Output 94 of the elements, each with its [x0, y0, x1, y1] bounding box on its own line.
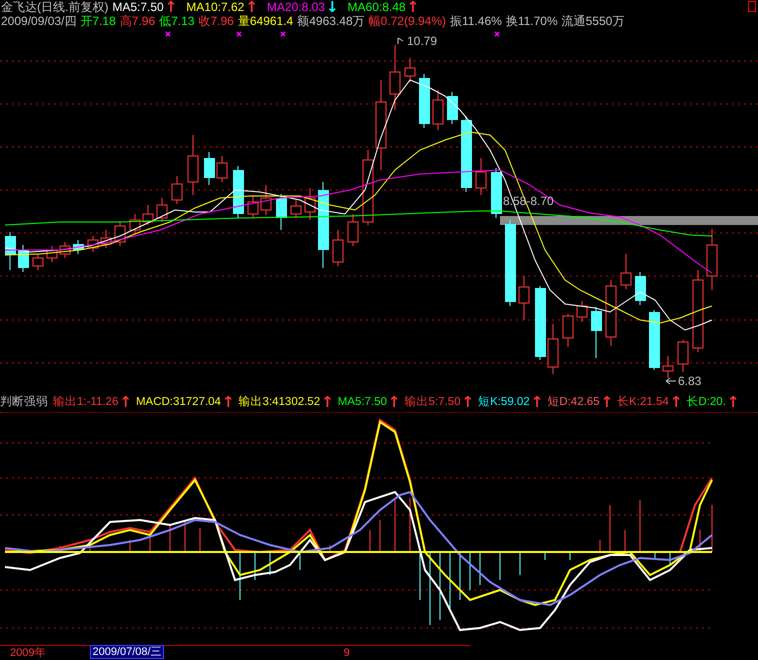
hollow-candle — [606, 280, 616, 346]
filled-candle — [419, 74, 430, 128]
date-axis-label: 2009年 — [10, 647, 46, 659]
moving-average-value: MA60:8.48 — [348, 0, 406, 14]
hollow-candle — [216, 156, 228, 182]
cross-marker-icon — [236, 31, 242, 37]
quote-value: 低7.13 — [159, 14, 194, 28]
quote-value: 额4963.48万 — [297, 14, 365, 28]
indicator-value: 短D:42.65 — [547, 395, 600, 409]
date-axis-label: 9 — [344, 647, 350, 659]
trend-arrow: ↑ — [600, 395, 614, 409]
hollow-candle — [678, 340, 688, 372]
moving-average-value: MA10:7.62 — [186, 0, 244, 14]
indicator-value: MACD:31727.04 — [136, 395, 221, 409]
hollow-candle — [348, 214, 358, 246]
date-axis-label: 2009/07/08/三 — [90, 645, 164, 659]
hollow-candle — [142, 204, 154, 226]
filled-candle — [447, 92, 458, 124]
trend-arrow: ↓ — [326, 0, 339, 14]
cross-marker-icon — [165, 31, 171, 37]
filled-candle — [591, 306, 602, 358]
trend-arrow: ↑ — [119, 395, 132, 409]
hollow-candle — [576, 300, 588, 322]
indicator-value: 短K:59.02 — [478, 395, 530, 409]
square-icon[interactable] — [748, 1, 756, 12]
hollow-candle — [476, 158, 486, 196]
moving-average-value: MA20:8.03 — [266, 0, 325, 14]
hollow-candle — [404, 58, 416, 82]
hollow-candle — [248, 196, 258, 218]
indicator-value: 长D:20. — [686, 395, 726, 409]
filled-candle — [635, 272, 646, 306]
hollow-candle — [46, 246, 58, 262]
trend-arrow: ↑ — [670, 395, 682, 409]
filled-candle — [233, 166, 244, 218]
filled-candle — [491, 168, 502, 218]
hollow-candle — [548, 324, 558, 374]
hollow-candle — [114, 222, 126, 246]
hollow-candle — [260, 184, 272, 216]
quote-value: 幅0.72(9.94%) — [368, 14, 446, 28]
indicator-name: 判断强弱 — [0, 395, 48, 409]
trend-arrow: ↑ — [321, 395, 334, 409]
filled-candle — [18, 244, 29, 272]
filled-candle — [204, 152, 215, 186]
trend-arrow: ↑ — [222, 395, 235, 409]
quote-value: 开7.18 — [80, 14, 116, 28]
trend-arrow: ↑ — [406, 0, 420, 14]
flag-pointer-icon — [398, 38, 404, 44]
filled-candle — [5, 232, 16, 270]
indicator-value: 输出1:-11.26 — [53, 395, 118, 409]
quote-value: 高7.96 — [120, 14, 156, 28]
hollow-candle — [156, 198, 168, 222]
hollow-candle — [620, 254, 632, 290]
indicator-value: MA5:7.50 — [338, 395, 387, 409]
hollow-candle — [172, 176, 182, 204]
trend-arrow: ↑ — [388, 395, 400, 409]
hollow-candle — [432, 90, 444, 130]
indicator-value: 输出5:7.50 — [404, 395, 460, 409]
chart-title: 金飞达(日线.前复权) — [1, 0, 108, 14]
hollow-candle — [32, 254, 44, 270]
hollow-candle — [562, 314, 574, 348]
quote-value: 量64961.4 — [238, 14, 294, 28]
quote-value: 2009/09/03/四 — [1, 14, 76, 28]
trend-arrow: ↑ — [461, 395, 474, 409]
indicator-value: 长K:21.54 — [617, 395, 669, 409]
hollow-candle — [304, 188, 316, 220]
moving-average-value: MA5:7.50 — [112, 0, 164, 14]
trend-arrow: ↑ — [245, 0, 258, 14]
hollow-candle — [706, 228, 718, 290]
hollow-candle — [662, 356, 674, 378]
hollow-candle — [518, 276, 530, 320]
filled-candle — [73, 240, 84, 254]
filled-candle — [649, 310, 660, 370]
quote-value: 换11.70% — [506, 14, 558, 28]
pointer-arrow-icon — [666, 378, 676, 384]
filled-candle — [276, 194, 287, 230]
trend-arrow: ↑ — [164, 0, 178, 14]
hollow-candle — [100, 230, 112, 248]
hollow-candle — [290, 200, 302, 218]
low-price-label: 6.83 — [678, 374, 702, 388]
quote-value: 收7.96 — [198, 14, 234, 28]
hollow-candle — [188, 134, 198, 196]
trend-arrow: ↑ — [530, 395, 544, 409]
hollow-candle — [130, 214, 140, 234]
hollow-candle — [332, 230, 344, 266]
high-price-label: 10.79 — [407, 34, 438, 48]
hollow-candle — [60, 242, 70, 258]
hollow-candle — [390, 44, 400, 110]
cross-marker-icon — [494, 31, 500, 37]
quote-value: 流通5550万 — [562, 14, 624, 28]
quote-value: 振11.46% — [450, 14, 502, 28]
cross-marker-icon — [280, 31, 286, 37]
indicator-value: 输出3:41302.52 — [238, 395, 320, 409]
trend-arrow: ↑ — [726, 395, 740, 409]
hollow-candle — [88, 236, 98, 252]
